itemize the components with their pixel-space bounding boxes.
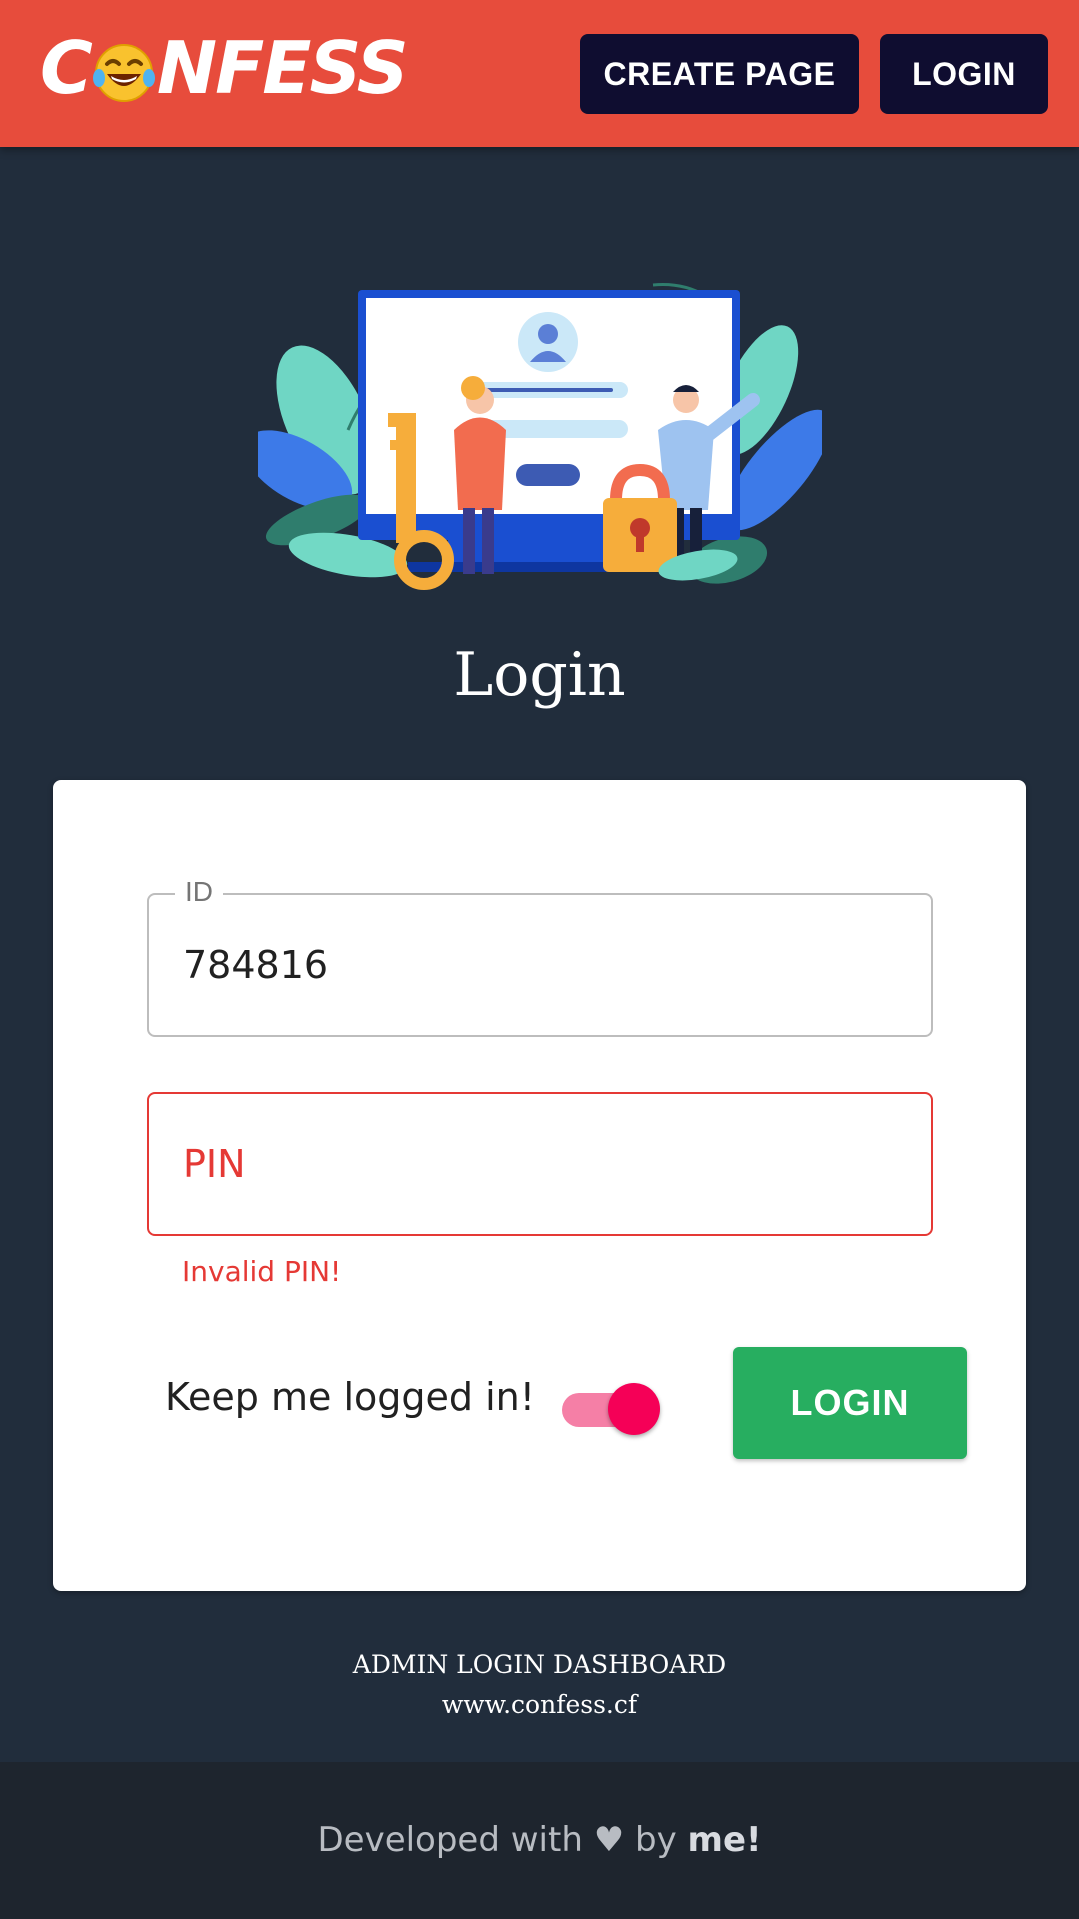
logo-text-end: NFESS bbox=[156, 26, 409, 110]
developer-credit: Developed with ♥ by me! bbox=[0, 1820, 1079, 1860]
login-illustration bbox=[243, 270, 831, 600]
id-field[interactable]: ID bbox=[147, 876, 933, 1037]
dev-by: by bbox=[635, 1820, 677, 1860]
dev-prefix: Developed with bbox=[317, 1820, 583, 1860]
pin-error-message: Invalid PIN! bbox=[182, 1255, 342, 1288]
create-page-button[interactable]: CREATE PAGE bbox=[580, 34, 859, 114]
confess-logo[interactable]: C NFESS bbox=[40, 26, 409, 110]
logo-text-start: C bbox=[40, 26, 93, 110]
toggle-thumb[interactable] bbox=[608, 1383, 660, 1435]
keep-logged-in-label: Keep me logged in! bbox=[165, 1375, 535, 1419]
site-url: www.confess.cf bbox=[441, 1690, 638, 1719]
page-title: Login bbox=[453, 640, 626, 710]
heart-icon: ♥ bbox=[593, 1820, 625, 1860]
login-submit-button[interactable]: LOGIN bbox=[733, 1347, 967, 1459]
admin-dashboard-caption: ADMIN LOGIN DASHBOARD bbox=[352, 1650, 727, 1679]
pin-field[interactable] bbox=[147, 1092, 933, 1236]
header-login-button[interactable]: LOGIN bbox=[880, 34, 1048, 114]
keep-logged-in-toggle[interactable] bbox=[558, 1377, 660, 1435]
login-card: ID Invalid PIN! Keep me logged in! LOGIN bbox=[53, 780, 1026, 1591]
app-header: C NFESS CREATE PAGE LOGIN bbox=[0, 0, 1079, 147]
face-with-tears-of-joy-icon bbox=[92, 37, 155, 102]
footer-bar: Developed with ♥ by me! bbox=[0, 1762, 1079, 1919]
pin-input[interactable] bbox=[183, 1094, 911, 1234]
id-input[interactable] bbox=[183, 895, 911, 1035]
dev-name: me! bbox=[687, 1820, 762, 1860]
